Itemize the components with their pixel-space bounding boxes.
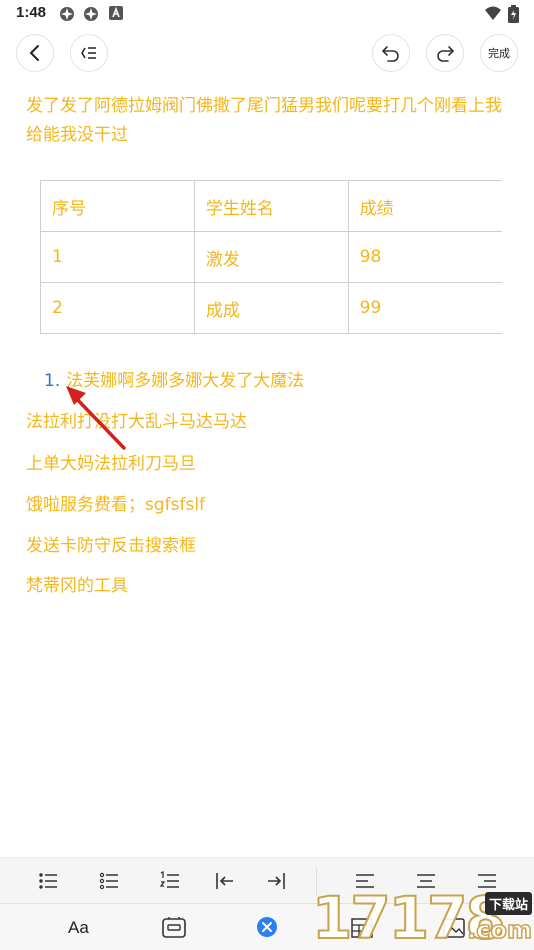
text-line[interactable]: 梵蒂冈的工具 bbox=[26, 571, 128, 596]
table-row: 1 激发 98 bbox=[40, 231, 502, 283]
text-line[interactable]: 饿啦服务费看；sgfsfslf bbox=[26, 490, 205, 515]
status-bar: 1:48 bbox=[0, 0, 534, 28]
table-cell[interactable]: 2 bbox=[40, 282, 195, 334]
chevron-left-icon bbox=[26, 44, 44, 62]
card-icon[interactable] bbox=[161, 916, 186, 940]
text-line[interactable]: 发送卡防守反击搜索框 bbox=[26, 531, 196, 556]
table-row: 2 成成 99 bbox=[40, 282, 502, 334]
table-header-cell[interactable]: 学生姓名 bbox=[193, 180, 349, 232]
cog-notification-icon bbox=[82, 5, 100, 27]
done-button-label: 完成 bbox=[488, 47, 510, 60]
table-header-row: 序号 学生姓名 成绩 bbox=[40, 180, 502, 232]
table-header-cell[interactable]: 成绩 bbox=[347, 180, 502, 232]
outdent-icon[interactable] bbox=[213, 869, 237, 893]
site-watermark-logo: 17178 下载站 .com bbox=[311, 885, 534, 950]
document-body[interactable]: 发了发了阿德拉姆阀门佛撒了尾门猛男我们呢要打几个刚看上我给能我没干过 bbox=[26, 92, 506, 150]
outline-button[interactable] bbox=[70, 34, 108, 72]
dotted-list-icon[interactable] bbox=[97, 869, 121, 893]
annotation-arrow-icon bbox=[60, 380, 130, 456]
close-circle-icon[interactable] bbox=[256, 916, 280, 940]
back-button[interactable] bbox=[16, 34, 54, 72]
undo-button[interactable] bbox=[372, 34, 410, 72]
table-header-cell[interactable]: 序号 bbox=[40, 180, 195, 232]
a-box-icon bbox=[108, 5, 124, 25]
watermark-suffix: .com bbox=[466, 915, 532, 945]
redo-button[interactable] bbox=[426, 34, 464, 72]
table-cell[interactable]: 成成 bbox=[193, 282, 349, 334]
undo-icon bbox=[381, 43, 401, 63]
list-number: 1. bbox=[44, 371, 61, 391]
watermark-badge: 下载站 bbox=[484, 892, 532, 915]
font-style-button[interactable]: Aa bbox=[68, 918, 89, 938]
table-cell[interactable]: 99 bbox=[347, 282, 502, 334]
cog-notification-icon bbox=[58, 5, 76, 27]
done-button[interactable]: 完成 bbox=[480, 34, 518, 72]
table-cell[interactable]: 激发 bbox=[193, 231, 349, 283]
redo-icon bbox=[435, 43, 455, 63]
numbered-list-icon[interactable] bbox=[158, 869, 182, 893]
table-cell[interactable]: 1 bbox=[40, 231, 195, 283]
battery-icon bbox=[508, 5, 519, 27]
table-cell[interactable]: 98 bbox=[347, 231, 502, 283]
document-paragraph[interactable]: 发了发了阿德拉姆阀门佛撒了尾门猛男我们呢要打几个刚看上我给能我没干过 bbox=[26, 92, 506, 150]
bullet-list-icon[interactable] bbox=[36, 869, 60, 893]
document-table[interactable]: 序号 学生姓名 成绩 1 激发 98 2 成成 99 bbox=[40, 180, 502, 334]
outline-list-icon bbox=[80, 44, 98, 62]
clipped-text-line bbox=[140, 68, 360, 78]
indent-icon[interactable] bbox=[264, 869, 288, 893]
status-time: 1:48 bbox=[16, 4, 47, 21]
wifi-icon bbox=[484, 5, 502, 25]
